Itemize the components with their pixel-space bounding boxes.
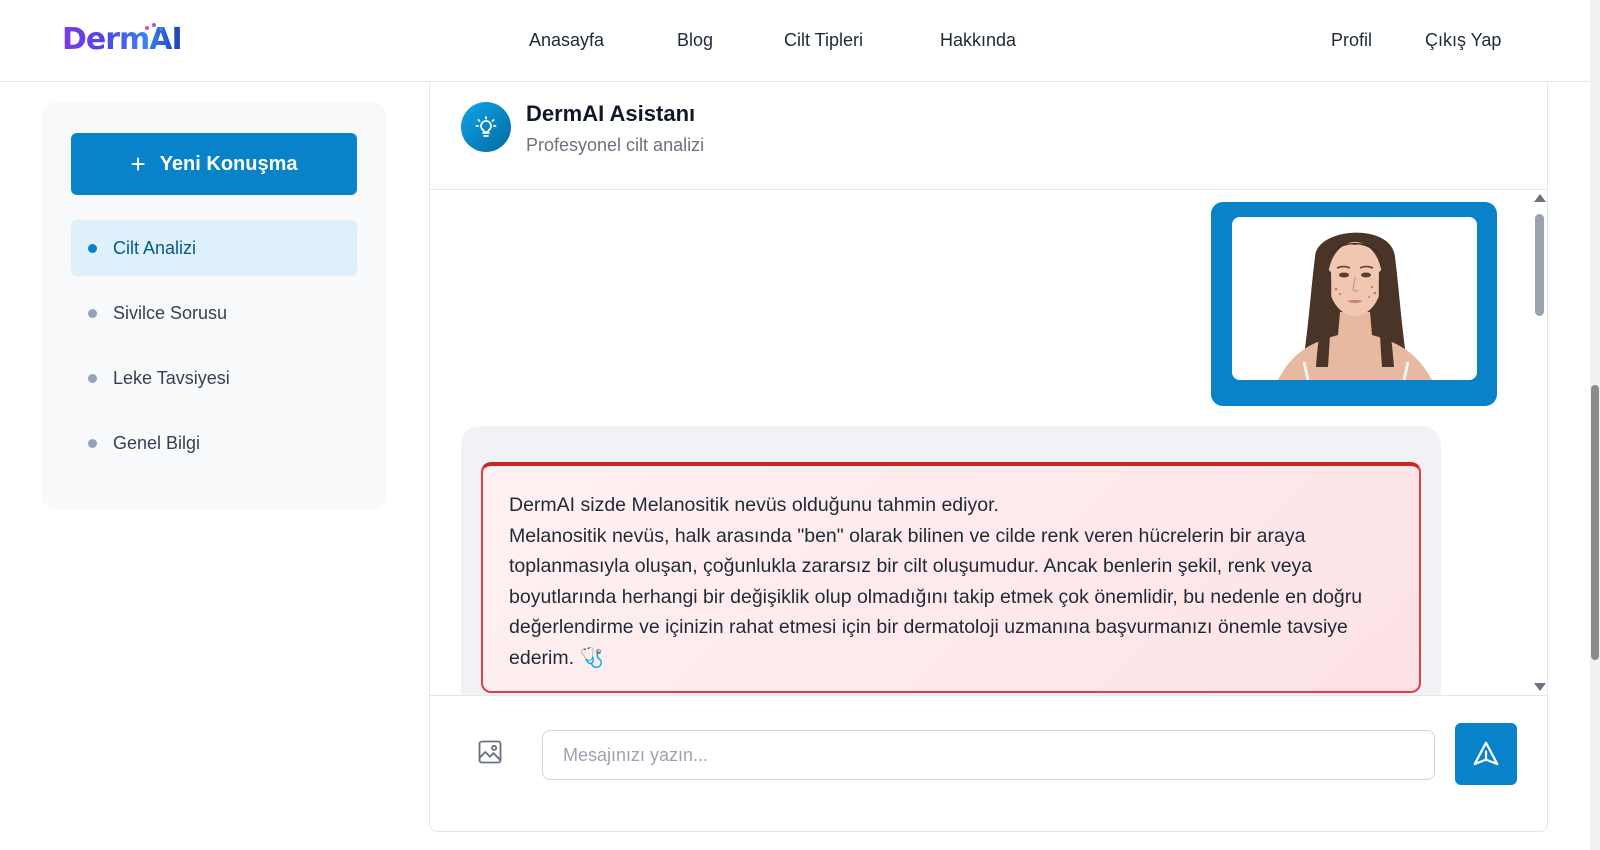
diagnosis-headline: DermAI sizde Melanositik nevüs olduğunu …: [509, 494, 999, 516]
bullet-dot-icon: [88, 309, 97, 318]
diagnosis-alert-card: DermAI sizde Melanositik nevüs olduğunu …: [481, 462, 1421, 693]
assistant-message: DermAI sizde Melanositik nevüs olduğunu …: [461, 426, 1441, 695]
sidebar-item-spot-advice[interactable]: Leke Tavsiyesi: [71, 350, 357, 406]
conversation-sidebar: + Yeni Konuşma Cilt Analizi Sivilce Soru…: [41, 102, 387, 510]
nav-link-logout[interactable]: Çıkış Yap: [1425, 30, 1501, 51]
send-icon: [1473, 741, 1499, 766]
diagnosis-body: Melanositik nevüs, halk arasında "ben" o…: [509, 521, 1393, 674]
uploaded-face-photo[interactable]: [1232, 217, 1477, 380]
lightbulb-icon: [461, 102, 511, 152]
scroll-up-arrow-icon[interactable]: [1534, 194, 1546, 202]
top-navbar: DermAI Anasayfa Blog Cilt Tipleri Hakkın…: [0, 0, 1590, 82]
scroll-down-arrow-icon[interactable]: [1534, 683, 1546, 691]
plus-icon: +: [130, 149, 146, 179]
sidebar-item-label: Sivilce Sorusu: [113, 302, 228, 323]
chat-header: DermAI Asistanı Profesyonel cilt analizi: [430, 82, 1547, 190]
assistant-subtitle: Profesyonel cilt analizi: [526, 135, 705, 155]
scrollbar-thumb[interactable]: [1535, 214, 1544, 316]
sidebar-item-general-info[interactable]: Genel Bilgi: [71, 415, 357, 471]
send-button[interactable]: [1455, 723, 1517, 785]
bullet-dot-icon: [88, 244, 97, 253]
diagnosis-body-text: Melanositik nevüs, halk arasında "ben" o…: [509, 524, 1363, 669]
messages-scrollbar[interactable]: [1532, 190, 1547, 695]
sidebar-item-label: Leke Tavsiyesi: [113, 367, 230, 388]
page-scrollbar[interactable]: [1590, 0, 1600, 850]
message-input[interactable]: [542, 730, 1435, 780]
image-upload-icon[interactable]: [476, 738, 504, 766]
nav-link-blog[interactable]: Blog: [677, 30, 713, 51]
message-list[interactable]: DermAI sizde Melanositik nevüs olduğunu …: [430, 190, 1547, 695]
stethoscope-icon: 🩺: [579, 646, 604, 669]
page-scrollbar-thumb[interactable]: [1591, 385, 1599, 660]
new-conversation-label: Yeni Konuşma: [159, 152, 298, 175]
assistant-name: DermAI Asistanı: [526, 101, 696, 126]
nav-link-home[interactable]: Anasayfa: [529, 30, 604, 51]
sidebar-item-skin-analysis[interactable]: Cilt Analizi: [71, 220, 357, 276]
bullet-dot-icon: [88, 374, 97, 383]
sidebar-item-acne-question[interactable]: Sivilce Sorusu: [71, 285, 357, 341]
new-conversation-button[interactable]: + Yeni Konuşma: [71, 133, 357, 195]
chat-panel: DermAI Asistanı Profesyonel cilt analizi: [429, 82, 1548, 832]
sidebar-item-label: Genel Bilgi: [113, 432, 201, 453]
logo-sparkle-icon: [143, 22, 167, 32]
chat-input-bar: [430, 695, 1547, 832]
nav-link-profile[interactable]: Profil: [1331, 30, 1372, 51]
nav-link-about[interactable]: Hakkında: [940, 30, 1016, 51]
sidebar-item-label: Cilt Analizi: [113, 237, 197, 258]
user-image-message: [1211, 202, 1497, 406]
bullet-dot-icon: [88, 439, 97, 448]
nav-link-skin-types[interactable]: Cilt Tipleri: [784, 30, 863, 51]
